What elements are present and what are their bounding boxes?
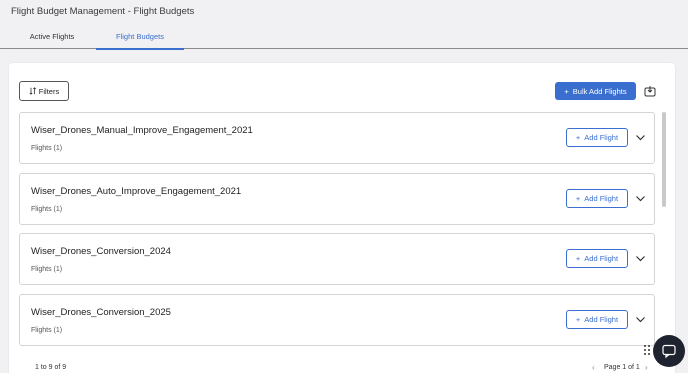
plus-icon: + [575, 133, 581, 142]
flights-count: Flights (1) [31, 266, 63, 273]
row-count: 1 to 9 of 9 [35, 364, 67, 371]
budget-card[interactable]: Wiser_Drones_Conversion_2025 Flights (1)… [19, 294, 655, 346]
tab-bar: Active Flights Flight Budgets [0, 24, 688, 50]
add-flight-label: Add Flight [584, 133, 619, 142]
add-flight-button[interactable]: + Add Flight [566, 189, 628, 208]
page-title: Flight Budget Management - Flight Budget… [11, 6, 195, 17]
tab-active-flights[interactable]: Active Flights [8, 24, 96, 49]
chat-button[interactable] [653, 335, 685, 367]
plus-icon: + [564, 86, 569, 96]
flights-count: Flights (1) [31, 206, 63, 213]
chevron-left-icon[interactable]: ‹ [592, 363, 595, 372]
chevron-down-icon[interactable] [635, 253, 646, 264]
drag-handle-icon[interactable] [643, 344, 651, 356]
budget-card[interactable]: Wiser_Drones_Auto_Improve_Engagement_202… [19, 173, 655, 225]
filters-label: Filters [38, 86, 60, 96]
add-flight-button[interactable]: + Add Flight [566, 128, 628, 147]
chevron-down-icon[interactable] [635, 314, 646, 325]
page-indicator: Page 1 of 1 [604, 364, 640, 371]
plus-icon: + [575, 315, 581, 324]
budgets-panel: Filters + Bulk Add Flights Wiser_Drones_… [9, 63, 675, 373]
add-flight-button[interactable]: + Add Flight [566, 249, 628, 268]
budget-name: Wiser_Drones_Auto_Improve_Engagement_202… [31, 186, 242, 197]
chevron-down-icon[interactable] [635, 132, 646, 143]
budget-card[interactable]: Wiser_Drones_Conversion_2024 Flights (1)… [19, 233, 655, 285]
tab-flight-budgets[interactable]: Flight Budgets [96, 24, 184, 50]
flights-count: Flights (1) [31, 145, 63, 152]
add-flight-button[interactable]: + Add Flight [566, 310, 628, 329]
budget-name: Wiser_Drones_Conversion_2024 [31, 246, 171, 257]
plus-icon: + [575, 194, 581, 203]
download-icon[interactable] [644, 85, 656, 97]
chevron-down-icon[interactable] [635, 193, 646, 204]
bulk-add-label: Bulk Add Flights [572, 86, 627, 96]
filter-sort-icon [29, 87, 36, 95]
budget-name: Wiser_Drones_Manual_Improve_Engagement_2… [31, 125, 253, 136]
scrollbar-thumb[interactable] [662, 112, 666, 207]
filters-button[interactable]: Filters [19, 81, 69, 101]
add-flight-label: Add Flight [584, 194, 619, 203]
add-flight-label: Add Flight [584, 254, 619, 263]
add-flight-label: Add Flight [584, 315, 619, 324]
chevron-right-icon[interactable]: › [645, 363, 648, 372]
plus-icon: + [575, 254, 581, 263]
flights-count: Flights (1) [31, 327, 63, 334]
budget-card[interactable]: Wiser_Drones_Manual_Improve_Engagement_2… [19, 112, 655, 164]
bulk-add-flights-button[interactable]: + Bulk Add Flights [555, 82, 636, 100]
chat-icon [662, 344, 676, 359]
budget-name: Wiser_Drones_Conversion_2025 [31, 307, 171, 318]
